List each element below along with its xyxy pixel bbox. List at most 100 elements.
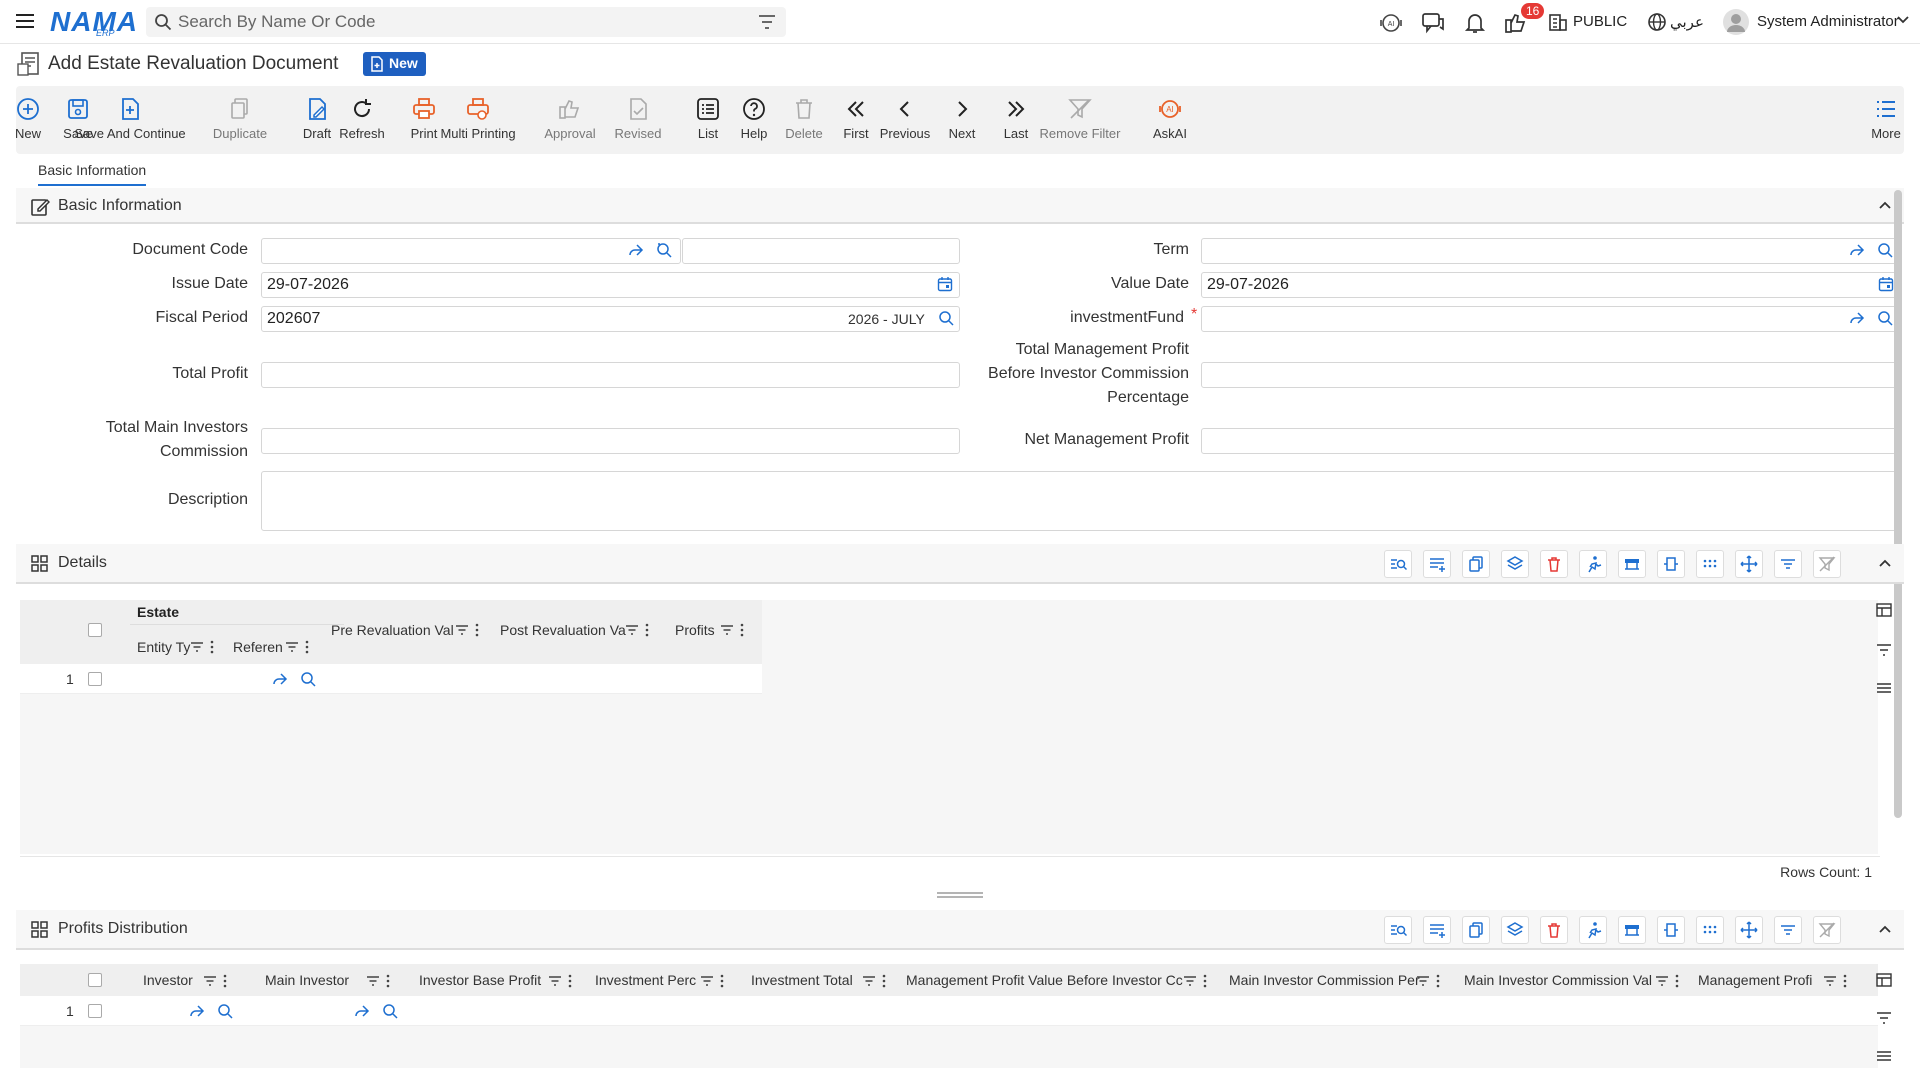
- column-filter-icon[interactable]: [1823, 975, 1837, 987]
- profits-column-header[interactable]: Investment Perc: [595, 972, 696, 988]
- previous-button[interactable]: Previous: [873, 86, 937, 154]
- last-button[interactable]: Last: [984, 86, 1048, 154]
- page-scrollbar[interactable]: [1894, 190, 1902, 818]
- column-menu-icon[interactable]: [210, 640, 214, 654]
- table-icon[interactable]: [1618, 550, 1646, 578]
- column-filter-icon[interactable]: [190, 641, 204, 653]
- collapse-icon[interactable]: [1878, 200, 1892, 210]
- ai-assistant-icon[interactable]: AI: [1378, 10, 1404, 36]
- total-profit-field[interactable]: [261, 362, 960, 388]
- row-checkbox[interactable]: [88, 1004, 102, 1018]
- layers-icon[interactable]: [1501, 916, 1529, 944]
- move-icon[interactable]: [1735, 916, 1763, 944]
- investment-fund-field[interactable]: [1201, 306, 1899, 332]
- approval-button[interactable]: Approval: [538, 86, 602, 154]
- grid-search-icon[interactable]: [1384, 916, 1412, 944]
- multi-printing-button[interactable]: Multi Printing: [440, 86, 516, 154]
- col-post-revaluation[interactable]: Post Revaluation Va: [500, 622, 626, 638]
- description-textarea[interactable]: [261, 471, 1899, 531]
- copy-icon[interactable]: [1462, 916, 1490, 944]
- add-rows-icon[interactable]: [1423, 916, 1451, 944]
- select-all-checkbox[interactable]: [88, 623, 102, 637]
- issue-date-field[interactable]: 29-07-2026: [261, 272, 960, 298]
- grid-settings-icon[interactable]: [1876, 602, 1892, 618]
- lookup-search-icon[interactable]: [216, 1002, 236, 1022]
- value-date-field[interactable]: 29-07-2026: [1201, 272, 1899, 298]
- search-input[interactable]: [178, 11, 738, 33]
- filter-icon[interactable]: [1774, 550, 1802, 578]
- resize-handle-icon[interactable]: [935, 891, 985, 899]
- column-menu-icon[interactable]: [1203, 974, 1207, 988]
- col-entity-type[interactable]: Entity Ty: [137, 639, 190, 655]
- table-row[interactable]: 1: [20, 664, 762, 694]
- column-filter-icon[interactable]: [455, 624, 469, 636]
- avatar[interactable]: [1722, 8, 1750, 36]
- bell-icon[interactable]: [1462, 10, 1488, 36]
- column-filter-icon[interactable]: [862, 975, 876, 987]
- public-label[interactable]: PUBLIC: [1573, 13, 1627, 30]
- profits-column-header[interactable]: Management Profi: [1698, 972, 1812, 988]
- column-menu-icon[interactable]: [645, 623, 649, 637]
- profits-column-header[interactable]: Investor Base Profit: [419, 972, 541, 988]
- expand-icon[interactable]: [1657, 550, 1685, 578]
- grid-menu-icon[interactable]: [1876, 680, 1892, 696]
- basic-information-header[interactable]: Basic Information: [16, 188, 1904, 224]
- column-filter-icon[interactable]: [720, 624, 734, 636]
- column-filter-icon[interactable]: [700, 975, 714, 987]
- grid-settings-icon[interactable]: [1876, 972, 1892, 988]
- profits-column-header[interactable]: Main Investor: [265, 972, 349, 988]
- run-icon[interactable]: [1579, 916, 1607, 944]
- clear-filter-icon[interactable]: [1813, 916, 1841, 944]
- column-menu-icon[interactable]: [1436, 974, 1440, 988]
- profits-column-header[interactable]: Investment Total: [751, 972, 853, 988]
- table-icon[interactable]: [1618, 916, 1646, 944]
- column-menu-icon[interactable]: [475, 623, 479, 637]
- dots-grid-icon[interactable]: [1696, 916, 1724, 944]
- column-filter-icon[interactable]: [548, 975, 562, 987]
- profits-distribution-header[interactable]: Profits Distribution: [16, 910, 1904, 950]
- column-filter-icon[interactable]: [1655, 975, 1669, 987]
- column-menu-icon[interactable]: [223, 974, 227, 988]
- expand-icon[interactable]: [1657, 916, 1685, 944]
- chevron-down-icon[interactable]: [1896, 15, 1910, 25]
- column-menu-icon[interactable]: [1843, 974, 1847, 988]
- details-header[interactable]: Details: [16, 544, 1904, 584]
- move-icon[interactable]: [1735, 550, 1763, 578]
- profits-column-header[interactable]: Main Investor Commission Val: [1464, 972, 1652, 988]
- net-management-profit-field[interactable]: [1201, 428, 1899, 454]
- language-switch[interactable]: عربي: [1670, 13, 1704, 31]
- user-name[interactable]: System Administrator: [1757, 13, 1899, 30]
- more-button[interactable]: More: [1866, 86, 1906, 154]
- search-filter-icon[interactable]: [758, 14, 776, 30]
- lookup-search-icon[interactable]: [937, 309, 957, 329]
- delete-row-icon[interactable]: [1540, 550, 1568, 578]
- grid-filter-icon[interactable]: [1876, 1010, 1892, 1026]
- grid-filter-icon[interactable]: [1876, 642, 1892, 658]
- col-reference[interactable]: Referen: [233, 639, 283, 655]
- column-menu-icon[interactable]: [1675, 974, 1679, 988]
- document-code-field[interactable]: [261, 238, 681, 264]
- layers-icon[interactable]: [1501, 550, 1529, 578]
- column-menu-icon[interactable]: [386, 974, 390, 988]
- col-pre-revaluation[interactable]: Pre Revaluation Val: [331, 622, 454, 638]
- duplicate-button[interactable]: Duplicate: [208, 86, 272, 154]
- column-menu-icon[interactable]: [882, 974, 886, 988]
- chat-icon[interactable]: [1420, 10, 1446, 36]
- refresh-button[interactable]: Refresh: [330, 86, 394, 154]
- revised-button[interactable]: Revised: [606, 86, 670, 154]
- share-icon[interactable]: [271, 670, 291, 690]
- term-field[interactable]: [1201, 238, 1899, 264]
- collapse-icon[interactable]: [1878, 558, 1892, 568]
- profits-column-header[interactable]: Management Profit Value Before Investor …: [906, 972, 1183, 988]
- collapse-icon[interactable]: [1878, 924, 1892, 934]
- row-checkbox[interactable]: [88, 672, 102, 686]
- lookup-search-icon[interactable]: [299, 670, 319, 690]
- lookup-search-icon[interactable]: [381, 1002, 401, 1022]
- table-row[interactable]: 1: [20, 996, 1878, 1026]
- share-icon[interactable]: [1848, 241, 1868, 261]
- askai-button[interactable]: AI AskAI: [1138, 86, 1202, 154]
- lookup-search-icon[interactable]: [655, 241, 675, 261]
- column-menu-icon[interactable]: [720, 974, 724, 988]
- select-all-checkbox[interactable]: [88, 973, 102, 987]
- calendar-icon[interactable]: [937, 276, 957, 296]
